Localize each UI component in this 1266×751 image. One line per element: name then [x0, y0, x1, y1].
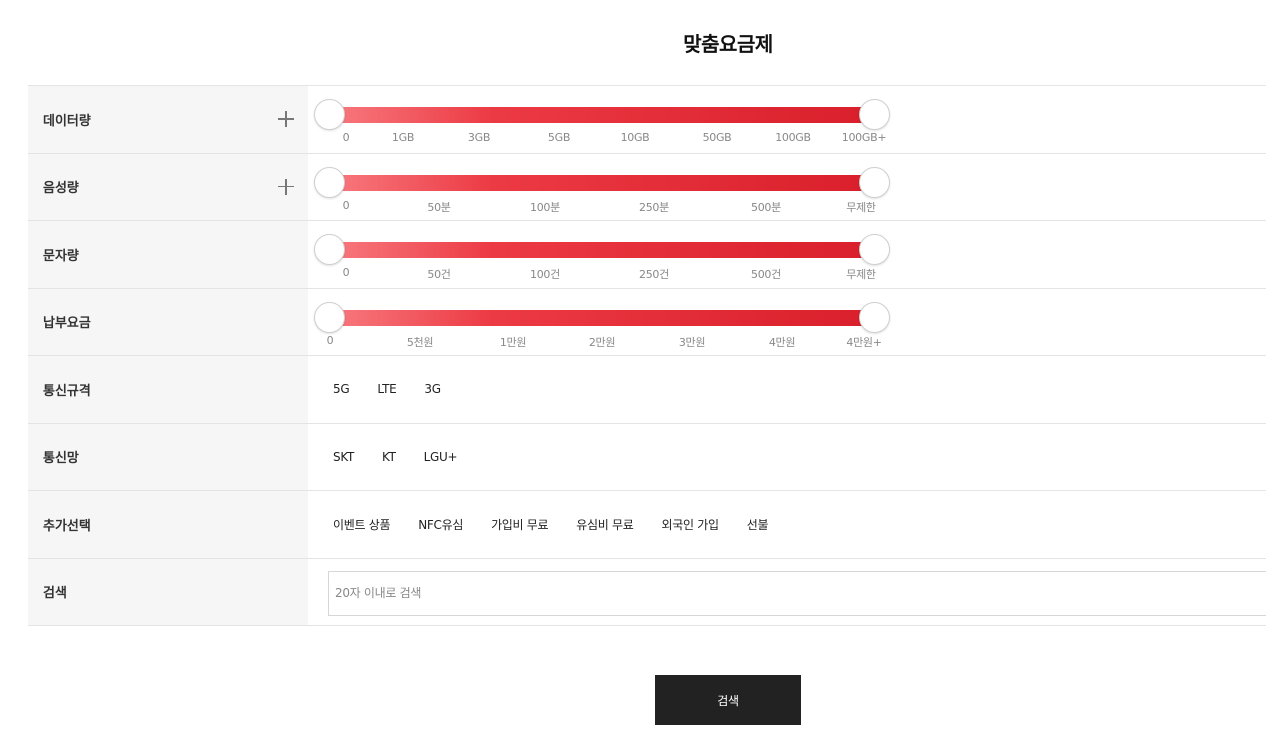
slider-track[interactable] [329, 242, 874, 258]
search-button[interactable]: 검색 [655, 675, 801, 725]
slider-max-handle[interactable] [859, 99, 890, 130]
fee-range-slider[interactable]: 0 5천원 1만원 2만원 3만원 4만원 4만원+ [314, 289, 890, 356]
filter-label-network-type: 통신규격 [28, 356, 308, 423]
page-title-wrap: 맞춤요금제 [0, 28, 1266, 57]
slider-track[interactable] [329, 309, 874, 326]
filter-content-carrier: SKT KT LGU+ [308, 424, 1266, 491]
slider-tick: 3만원 [678, 335, 706, 349]
filter-label-fee: 납부요금 [28, 288, 308, 355]
filter-row-voice: 음성량 0 50분 100분 250분 500분 무제한 [28, 153, 1266, 221]
slider-tick: 무제한 [846, 268, 876, 281]
slider-tick: 2만원 [588, 335, 616, 349]
sms-range-slider[interactable]: 0 50건 100건 250건 500건 무제한 [314, 221, 890, 288]
filter-row-data: 데이터량 0 1GB 3GB 5GB 10GB 50GB 100GB 100GB… [28, 86, 1266, 154]
slider-tick: 50건 [427, 268, 451, 281]
filter-label-voice: 음성량 [28, 153, 308, 220]
slider-min-handle[interactable] [314, 99, 345, 130]
filter-label-text: 데이터량 [43, 113, 91, 129]
filter-row-network-type: 통신규격 5G LTE 3G [28, 356, 1266, 424]
option-3g[interactable]: 3G [424, 382, 441, 396]
filter-row-carrier: 통신망 SKT KT LGU+ [28, 423, 1266, 491]
slider-max-handle[interactable] [859, 234, 890, 265]
option-group: 이벤트 상품 NFC유심 가입비 무료 유심비 무료 외국인 가입 선불 [333, 491, 796, 558]
slider-track[interactable] [329, 107, 874, 123]
filter-label-text: 통신망 [43, 451, 79, 467]
option-group: SKT KT LGU+ [333, 424, 485, 491]
slider-min-handle[interactable] [314, 234, 345, 265]
page-title: 맞춤요금제 [683, 32, 773, 56]
filter-content-network-type: 5G LTE 3G [308, 356, 1266, 423]
option-kt[interactable]: KT [382, 450, 396, 464]
slider-tick: 0 [342, 198, 350, 212]
slider-tick: 100분 [530, 200, 560, 214]
slider-min-handle[interactable] [314, 166, 345, 198]
filter-label-data: 데이터량 [28, 86, 308, 153]
filter-content-sms: 0 50건 100건 250건 500건 무제한 [308, 221, 1266, 288]
option-lte[interactable]: LTE [377, 382, 396, 396]
filter-label-carrier: 통신망 [28, 423, 308, 490]
filter-content-voice: 0 50분 100분 250분 500분 무제한 [308, 154, 1266, 221]
slider-tick: 500분 [751, 200, 781, 214]
search-input[interactable] [328, 570, 1266, 616]
slider-tick: 100GB+ [841, 131, 887, 144]
slider-tick: 1GB [391, 131, 415, 144]
option-5g[interactable]: 5G [333, 382, 350, 396]
filter-row-sms: 문자량 0 50건 100건 250건 500건 무제한 [28, 221, 1266, 289]
filter-label-text: 검색 [43, 586, 67, 602]
slider-tick: 50GB [702, 131, 732, 144]
slider-tick: 250건 [639, 268, 669, 281]
voice-range-slider[interactable]: 0 50분 100분 250분 500분 무제한 [314, 154, 890, 221]
slider-tick: 100건 [530, 268, 560, 281]
slider-tick: 무제한 [846, 200, 876, 214]
slider-tick: 3GB [467, 131, 491, 144]
option-no-join-fee[interactable]: 가입비 무료 [491, 516, 549, 533]
slider-tick: 0 [326, 333, 334, 347]
slider-tick: 5천원 [406, 335, 434, 349]
filter-label-text: 음성량 [43, 181, 79, 197]
filter-label-sms: 문자량 [28, 221, 308, 288]
slider-tick: 50분 [427, 200, 451, 214]
slider-tick: 5GB [547, 131, 571, 144]
option-prepaid[interactable]: 선불 [747, 516, 769, 533]
option-no-usim-fee[interactable]: 유심비 무료 [576, 516, 634, 533]
slider-tick: 0 [342, 131, 350, 144]
slider-track[interactable] [329, 174, 874, 191]
filter-label-extra: 추가선택 [28, 491, 308, 558]
filter-label-text: 추가선택 [43, 518, 91, 534]
slider-tick: 250분 [639, 200, 669, 214]
plus-icon[interactable] [278, 111, 294, 128]
slider-tick: 0 [342, 266, 350, 279]
filter-content-fee: 0 5천원 1만원 2만원 3만원 4만원 4만원+ [308, 289, 1266, 356]
filter-row-search: 검색 [28, 558, 1266, 626]
plus-icon[interactable] [278, 178, 294, 195]
slider-tick: 4만원 [768, 335, 796, 349]
slider-tick: 1만원 [499, 335, 527, 349]
slider-tick: 100GB [775, 131, 811, 144]
slider-max-handle[interactable] [859, 166, 890, 198]
filter-label-text: 통신규격 [43, 383, 91, 399]
slider-tick: 4만원+ [846, 335, 882, 349]
option-event[interactable]: 이벤트 상품 [333, 516, 391, 533]
option-skt[interactable]: SKT [333, 450, 354, 464]
filter-row-extra: 추가선택 이벤트 상품 NFC유심 가입비 무료 유심비 무료 외국인 가입 선… [28, 491, 1266, 559]
option-nfc-usim[interactable]: NFC유심 [418, 516, 463, 533]
slider-tick: 500건 [751, 268, 781, 281]
slider-min-handle[interactable] [314, 301, 345, 333]
filter-row-fee: 납부요금 0 5천원 1만원 2만원 3만원 4만원 4만원+ [28, 288, 1266, 356]
slider-tick: 10GB [620, 131, 650, 144]
option-group: 5G LTE 3G [333, 356, 469, 423]
slider-max-handle[interactable] [859, 301, 890, 333]
filter-label-text: 납부요금 [43, 316, 91, 332]
filter-label-text: 문자량 [43, 248, 79, 264]
option-foreigner[interactable]: 외국인 가입 [662, 516, 720, 533]
filter-content-search [308, 559, 1266, 626]
filter-table: 데이터량 0 1GB 3GB 5GB 10GB 50GB 100GB 100GB… [28, 85, 1266, 626]
filter-content-data: 0 1GB 3GB 5GB 10GB 50GB 100GB 100GB+ [308, 86, 1266, 153]
filter-content-extra: 이벤트 상품 NFC유심 가입비 무료 유심비 무료 외국인 가입 선불 [308, 491, 1266, 558]
data-range-slider[interactable]: 0 1GB 3GB 5GB 10GB 50GB 100GB 100GB+ [314, 86, 890, 153]
option-lgu[interactable]: LGU+ [424, 450, 458, 464]
filter-label-search: 검색 [28, 558, 308, 625]
